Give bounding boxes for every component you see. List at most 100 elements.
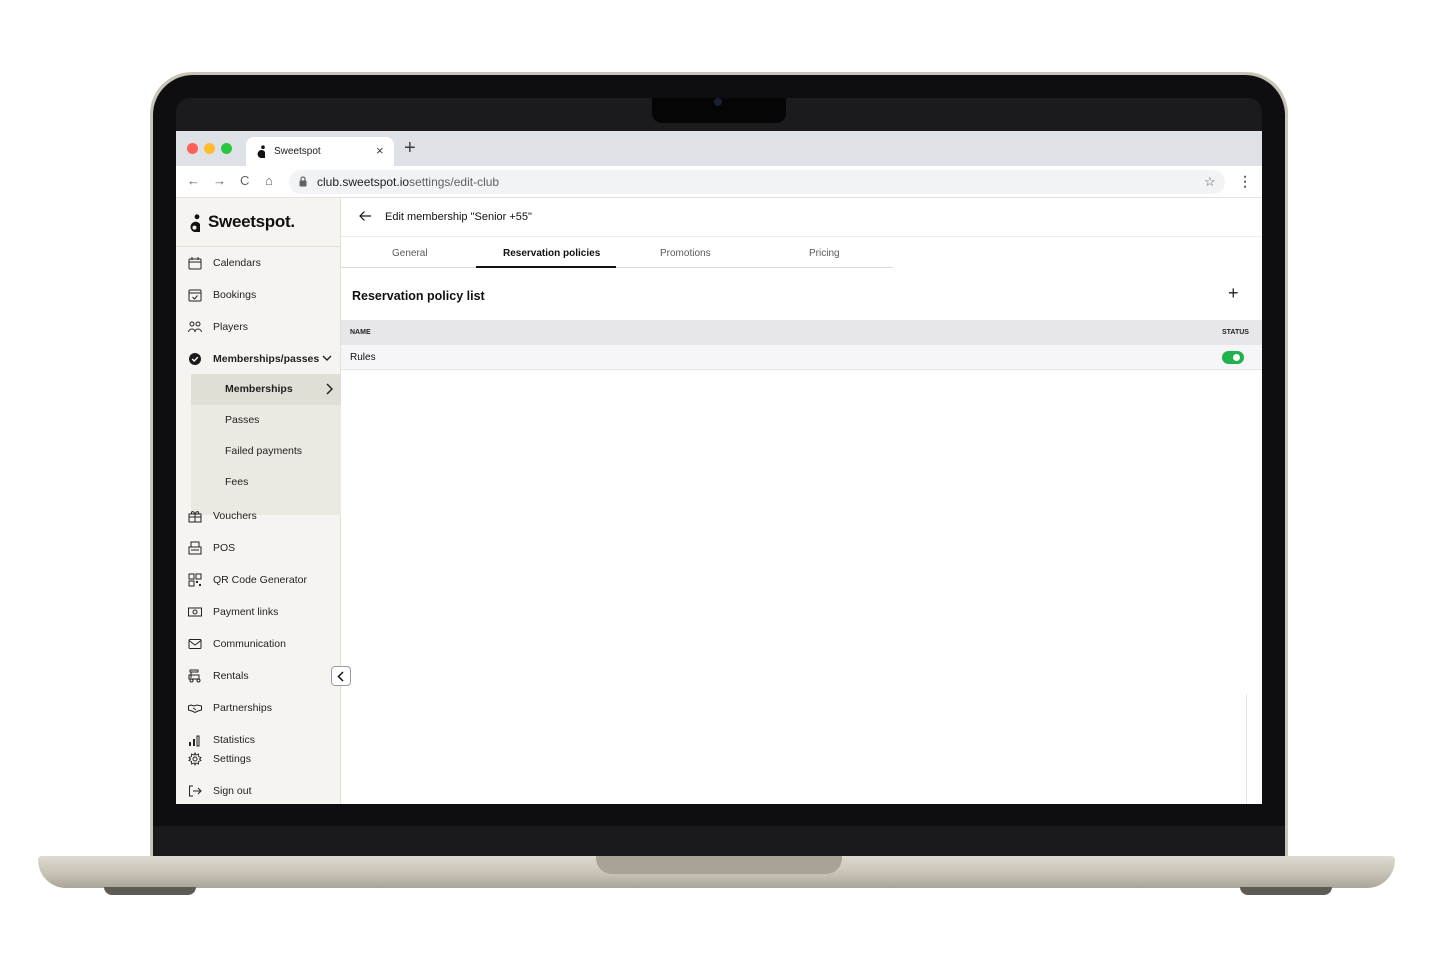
url-domain: club.sweetspot.io (317, 175, 410, 189)
sidebar-item-payment-links[interactable]: Payment links (176, 596, 341, 628)
browser-tab-bar: Sweetspot × + (176, 131, 1262, 166)
reload-button[interactable]: C (240, 174, 249, 188)
tab-bar: General Reservation policies Promotions … (341, 237, 893, 268)
url-text: club.sweetspot.iosettings/edit-club (317, 175, 499, 189)
home-button[interactable]: ⌂ (265, 174, 273, 188)
column-header-status: STATUS (1222, 329, 1249, 336)
laptop-chin (153, 826, 1285, 858)
submenu-item-memberships[interactable]: Memberships (191, 374, 341, 405)
sidebar-item-qr-code-generator[interactable]: QR Code Generator (176, 564, 341, 596)
row-name: Rules (350, 352, 376, 363)
sidebar-item-memberships-passes[interactable]: Memberships/passes (176, 343, 341, 375)
page-title: Edit membership "Senior +55" (385, 211, 532, 223)
sidebar-item-label: Communication (213, 638, 286, 650)
column-header-name: NAME (350, 329, 371, 336)
tab-promotions[interactable]: Promotions (660, 248, 711, 259)
chevron-right-icon (326, 383, 333, 395)
browser-tab[interactable]: Sweetspot × (246, 137, 394, 166)
sidebar-item-label: Settings (213, 753, 251, 765)
sidebar-item-label: Vouchers (213, 510, 257, 522)
window-close-button[interactable] (187, 143, 198, 154)
close-tab-icon[interactable]: × (376, 143, 384, 158)
mail-icon (188, 639, 202, 649)
screen: Sweetspot × + ← → C ⌂ club.sweetspot.ios… (176, 131, 1262, 804)
divider (1246, 694, 1247, 804)
new-tab-button[interactable]: + (404, 138, 416, 158)
browser-menu-icon[interactable]: ⋮ (1238, 173, 1252, 190)
sidebar-item-partnerships[interactable]: Partnerships (176, 692, 341, 724)
sign-out-icon (189, 785, 202, 797)
forward-button[interactable]: → (213, 174, 226, 188)
submenu-item-label: Fees (225, 476, 249, 488)
add-policy-button[interactable]: + (1228, 284, 1239, 302)
golf-cart-icon (188, 669, 201, 683)
sidebar-item-label: Bookings (213, 289, 257, 301)
window-maximize-button[interactable] (221, 143, 232, 154)
submenu-item-fees[interactable]: Fees (191, 467, 341, 498)
main-content: Edit membership "Senior +55" General Res… (341, 198, 1262, 804)
sidebar-item-players[interactable]: Players (176, 311, 341, 343)
laptop-foot-right (1240, 887, 1332, 895)
bookmark-star-icon[interactable]: ☆ (1204, 174, 1216, 190)
sidebar-item-label: QR Code Generator (213, 574, 307, 586)
sidebar-item-settings[interactable]: Settings (176, 743, 341, 775)
toggle-knob (1233, 354, 1240, 361)
tab-reservation-policies[interactable]: Reservation policies (503, 248, 600, 259)
submenu-item-label: Passes (225, 414, 260, 426)
register-icon (188, 541, 202, 555)
laptop-mockup: Sweetspot × + ← → C ⌂ club.sweetspot.ios… (0, 0, 1452, 958)
camera-icon (714, 98, 722, 106)
laptop-foot-left (104, 887, 196, 895)
status-toggle[interactable] (1222, 351, 1244, 364)
booking-icon (188, 289, 202, 302)
submenu-item-passes[interactable]: Passes (191, 405, 341, 436)
chevron-down-icon[interactable] (322, 353, 332, 363)
sidebar-item-label: Partnerships (213, 702, 272, 714)
sidebar-item-bookings[interactable]: Bookings (176, 279, 341, 311)
sidebar-item-label: Rentals (213, 670, 249, 682)
sidebar-item-label: Payment links (213, 606, 279, 618)
collapse-sidebar-button[interactable] (331, 666, 351, 686)
table-row[interactable]: Rules (341, 345, 1262, 370)
sweetspot-favicon-icon (257, 145, 265, 158)
tab-title: Sweetspot (274, 146, 321, 157)
sidebar-item-pos[interactable]: POS (176, 532, 341, 564)
window-minimize-button[interactable] (204, 143, 215, 154)
sidebar: Sweetspot. Calendars Bookings Players Me… (176, 198, 341, 804)
laptop-base-notch (596, 856, 842, 874)
url-path: settings/edit-club (409, 175, 500, 189)
sidebar-item-vouchers[interactable]: Vouchers (176, 500, 341, 532)
url-input[interactable]: club.sweetspot.iosettings/edit-club (289, 170, 1225, 194)
sidebar-item-label: POS (213, 542, 236, 554)
tab-general[interactable]: General (392, 248, 428, 259)
sidebar-item-sign-out[interactable]: Sign out (176, 775, 341, 804)
sidebar-item-label: Memberships/passes (213, 353, 320, 365)
submenu-item-label: Memberships (225, 383, 293, 395)
back-button[interactable]: ← (187, 174, 200, 188)
sidebar-item-label: Calendars (213, 257, 261, 269)
section-title: Reservation policy list (352, 289, 485, 303)
sidebar-item-communication[interactable]: Communication (176, 628, 341, 660)
qr-code-icon (188, 573, 202, 587)
money-icon (188, 607, 202, 617)
gear-icon (188, 752, 202, 766)
chevron-left-icon (337, 671, 344, 682)
sidebar-item-label: Sign out (213, 785, 252, 797)
back-arrow-icon[interactable] (359, 210, 372, 222)
sidebar-item-calendars[interactable]: Calendars (176, 247, 341, 279)
calendar-icon (188, 257, 202, 270)
tab-pricing[interactable]: Pricing (809, 248, 840, 259)
bottom-bezel (176, 804, 1262, 826)
sweetspot-logo-icon (190, 214, 200, 232)
submenu-item-failed-payments[interactable]: Failed payments (191, 436, 341, 467)
players-icon (188, 321, 202, 333)
sidebar-item-rentals[interactable]: Rentals (176, 660, 341, 692)
page-header: Edit membership "Senior +55" (341, 198, 1262, 237)
active-tab-indicator (476, 266, 616, 268)
logo-text: Sweetspot. (208, 212, 295, 231)
table-header: NAME STATUS (341, 320, 1262, 345)
browser-address-bar: ← → C ⌂ club.sweetspot.iosettings/edit-c… (176, 166, 1262, 198)
sidebar-item-label: Players (213, 321, 249, 333)
membership-badge-icon (189, 353, 201, 365)
submenu-item-label: Failed payments (225, 445, 303, 457)
